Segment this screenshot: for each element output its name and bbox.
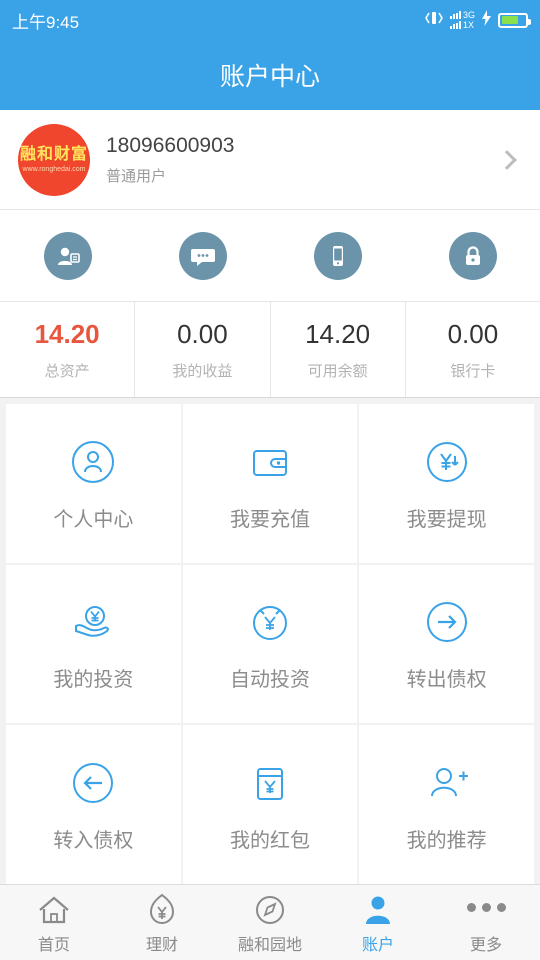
wallet-icon	[247, 435, 293, 489]
grid-item-auto-investment[interactable]: 自动投资	[182, 564, 358, 724]
tab-finance[interactable]: 理财	[108, 885, 216, 960]
stat-value: 0.00	[447, 318, 499, 349]
stat-total-assets[interactable]: 14.20 总资产	[0, 302, 136, 397]
status-bar-left: 上午9:45	[12, 8, 79, 33]
avatar: 融和财富 www.ronghedai.com	[18, 123, 90, 196]
compass-icon	[254, 891, 286, 925]
profile-phone: 18096600903	[106, 133, 235, 157]
charging-bolt-icon	[482, 9, 491, 31]
grid-item-my-referrals[interactable]: 我的推荐	[359, 725, 534, 884]
network-secondary-label: 1X	[462, 20, 474, 30]
bottom-tab-bar: 首页 理财 融和园地 账户 更多	[0, 884, 540, 960]
clock-yuan-icon	[247, 595, 293, 649]
home-icon	[37, 891, 71, 925]
grid-item-recharge[interactable]: 我要充值	[182, 404, 358, 563]
grid-item-label: 我的红包	[229, 830, 310, 853]
tab-label: 账户	[361, 936, 394, 954]
stat-label: 我的收益	[172, 362, 233, 380]
status-time: 上午9:45	[12, 12, 80, 32]
tab-account[interactable]: 账户	[324, 885, 432, 960]
stat-label: 总资产	[44, 362, 90, 380]
grid-item-label: 自动投资	[229, 669, 310, 692]
tab-home[interactable]: 首页	[0, 885, 108, 960]
grid-item-label: 我要提现	[406, 508, 487, 531]
tab-label: 理财	[145, 936, 178, 954]
quick-icon-mobile-phone[interactable]	[270, 231, 405, 280]
account-person-icon	[362, 891, 394, 925]
stat-label: 银行卡	[450, 362, 496, 380]
grid-item-my-investment[interactable]: 我的投资	[6, 564, 181, 724]
signal-bars-icon	[449, 11, 461, 19]
avatar-url-text: www.ronghedai.com	[22, 166, 86, 173]
feature-grid: 个人中心 我要充值 我要提现 我的投资 自动投资 转出债权 转入债权 我的红包 …	[0, 398, 540, 884]
stat-value: 0.00	[177, 318, 228, 349]
grid-item-label: 我要充值	[229, 508, 310, 531]
app-root: 上午9:45 3G 1X 账户中心 融和财富 www.ronghedai.com…	[0, 0, 540, 960]
finance-yuan-icon	[146, 891, 178, 925]
grid-item-label: 我的投资	[53, 669, 134, 692]
signal-bars-secondary-icon	[449, 21, 461, 29]
battery-icon	[498, 12, 531, 28]
stat-my-earnings[interactable]: 0.00 我的收益	[135, 302, 271, 397]
quick-icon-message[interactable]	[135, 231, 270, 280]
avatar-brand-text: 融和财富	[19, 146, 88, 163]
stat-label: 可用余额	[307, 362, 368, 380]
chevron-right-icon	[497, 149, 517, 170]
profile-text: 18096600903 普通用户	[106, 134, 500, 186]
arrow-right-circle-icon	[424, 595, 470, 649]
profile-role: 普通用户	[106, 167, 167, 185]
grid-item-red-packet[interactable]: 我的红包	[182, 725, 358, 884]
quick-icon-user-card[interactable]	[0, 231, 135, 280]
stats-row: 14.20 总资产 0.00 我的收益 14.20 可用余额 0.00 银行卡	[0, 302, 540, 398]
status-bar: 上午9:45 3G 1X	[0, 0, 540, 40]
grid-item-withdraw[interactable]: 我要提现	[359, 404, 534, 563]
quick-icon-row	[0, 210, 540, 302]
stat-available-balance[interactable]: 14.20 可用余额	[271, 302, 406, 397]
status-bar-right: 3G 1X	[425, 9, 531, 31]
grid-item-label: 转出债权	[406, 669, 487, 692]
arrow-left-circle-icon	[70, 756, 116, 810]
tab-label: 首页	[37, 936, 70, 954]
grid-item-transfer-out[interactable]: 转出债权	[359, 564, 534, 724]
quick-icon-lock[interactable]	[405, 231, 540, 280]
person-circle-icon	[70, 435, 116, 489]
stat-value: 14.20	[34, 318, 100, 349]
grid-item-personal-center[interactable]: 个人中心	[6, 404, 181, 563]
lock-icon	[448, 231, 497, 280]
stat-value: 14.20	[305, 318, 371, 349]
user-card-icon	[43, 231, 92, 280]
hand-yuan-icon	[70, 595, 116, 649]
network-status: 3G 1X	[449, 10, 475, 30]
grid-item-transfer-in[interactable]: 转入债权	[6, 725, 181, 884]
grid-item-label: 转入债权	[53, 830, 134, 853]
tab-label: 更多	[469, 936, 502, 954]
stat-bank-card[interactable]: 0.00 银行卡	[406, 302, 540, 397]
network-primary-label: 3G	[462, 10, 475, 20]
page-title: 账户中心	[0, 40, 540, 110]
message-icon	[178, 231, 227, 280]
tab-garden[interactable]: 融和园地	[216, 885, 324, 960]
person-add-icon	[424, 756, 470, 810]
grid-item-label: 我的推荐	[406, 830, 487, 853]
mobile-phone-icon	[313, 231, 362, 280]
red-packet-icon	[247, 756, 293, 810]
more-dots-icon	[466, 891, 506, 925]
tab-more[interactable]: 更多	[432, 885, 540, 960]
yuan-withdraw-icon	[424, 435, 470, 489]
vibrate-icon	[425, 10, 443, 31]
grid-item-label: 个人中心	[53, 508, 134, 531]
tab-label: 融和园地	[237, 936, 302, 954]
profile-row[interactable]: 融和财富 www.ronghedai.com 18096600903 普通用户	[0, 110, 540, 210]
